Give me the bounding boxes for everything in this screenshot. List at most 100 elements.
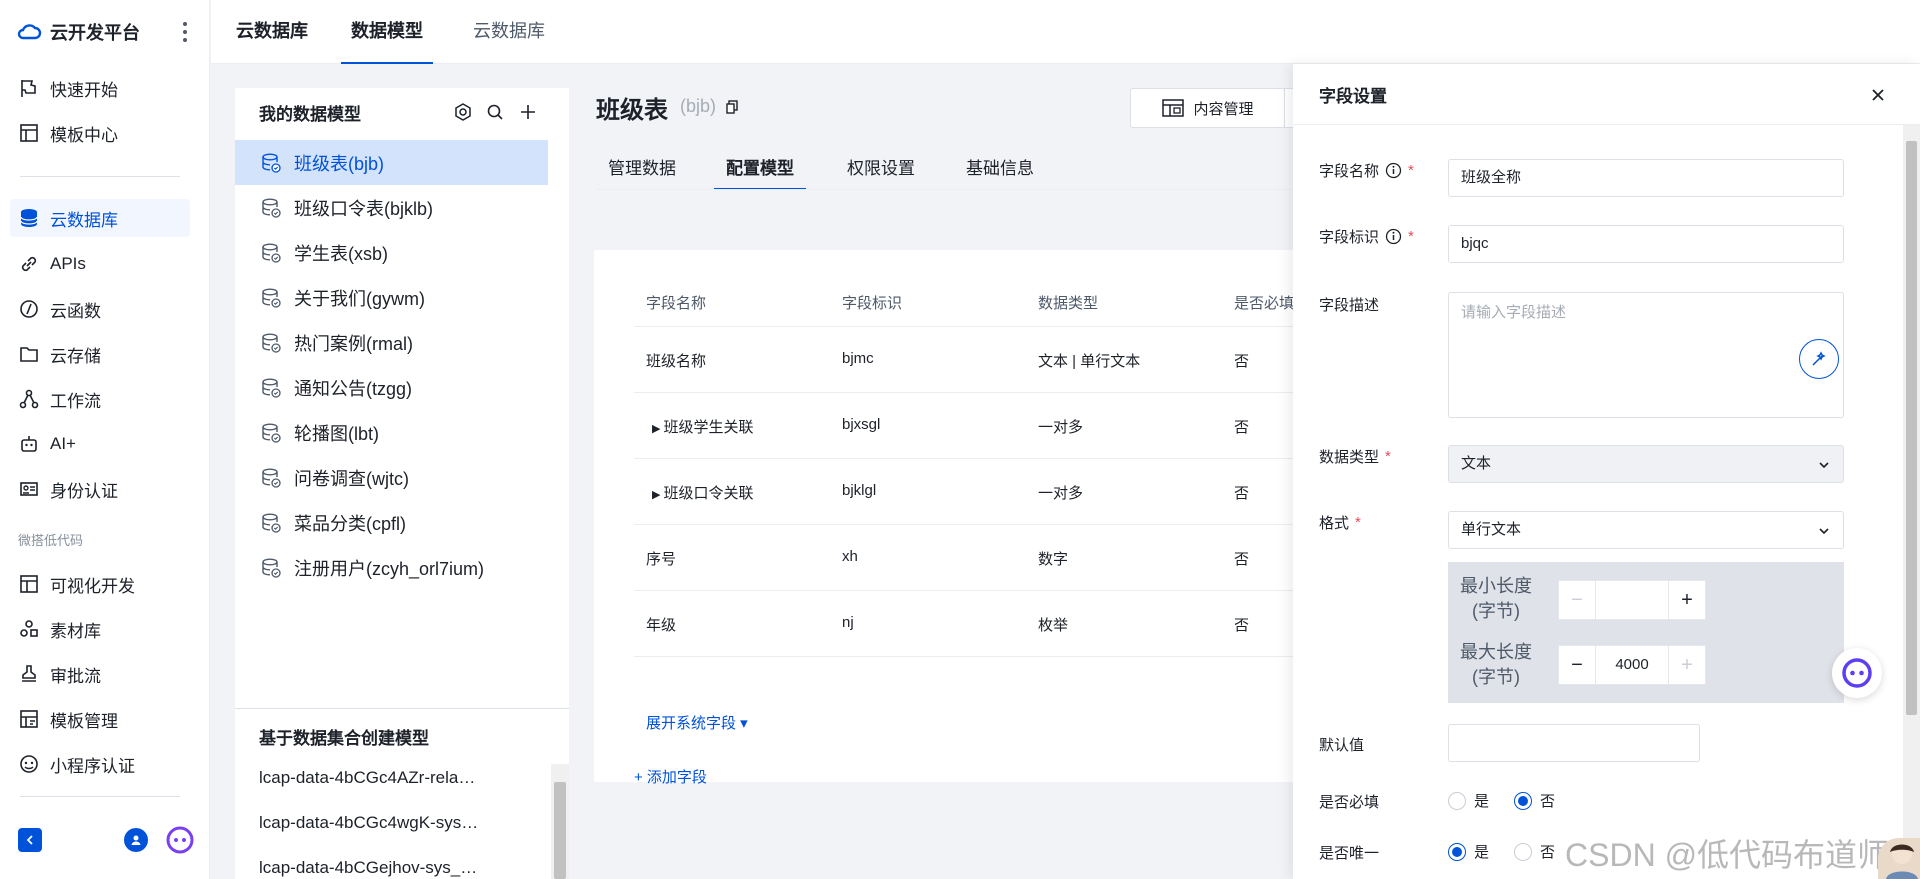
stamp-icon [22,665,36,682]
sidebar-item-auth[interactable]: 身份认证 [10,470,190,508]
assistant-button[interactable] [166,826,194,854]
close-icon[interactable] [1867,84,1889,106]
field-desc-textarea[interactable]: 请输入字段描述 [1448,292,1844,418]
label-text: 数据类型 [1319,449,1380,466]
scrollbar-thumb[interactable] [1906,141,1917,715]
collection-item[interactable]: lcap-data-4bCGc4AZr-rela… [259,768,559,788]
tab-cloud-database[interactable]: 云数据库 [473,0,545,64]
assets-icon [20,620,38,637]
column-header: 字段名称 [646,295,707,312]
tab-config-model[interactable]: 配置模型 [714,154,806,190]
sidebar-item-templates[interactable]: 模板中心 [10,114,190,152]
max-length-value[interactable]: 4000 [1596,645,1668,685]
radio-label: 是 [1474,844,1490,861]
database-model-icon [262,153,281,173]
column-header: 数据类型 [1038,295,1099,312]
settings-icon[interactable] [453,102,473,122]
content-manage-button[interactable]: 内容管理 [1130,88,1285,128]
database-model-icon [262,243,281,263]
layout-icon [20,575,38,593]
required-yes-radio[interactable]: 是 [1448,790,1489,811]
sidebar-item-quickstart[interactable]: 快速开始 [10,69,190,107]
info-icon[interactable] [1385,228,1402,245]
sidebar-item-functions[interactable]: 云函数 [10,290,190,328]
copy-icon[interactable] [725,100,739,114]
sidebar-item-label: 模板中心 [50,125,118,145]
sidebar-item-ai[interactable]: AI+ [10,425,190,463]
sidebar-item-assets[interactable]: 素材库 [10,610,190,648]
model-list-item[interactable]: 班级表(bjb) [235,140,548,185]
sidebar: 云开发平台 快速开始 模板中心 云数据库 APIs 云函数 云存储 工作流 AI… [0,0,210,879]
divider [20,796,180,797]
format-select[interactable]: 单行文本 [1448,511,1844,549]
collection-item[interactable]: lcap-data-4bCGejhov-sys_… [259,858,559,878]
unique-label: 是否唯一 [1319,845,1380,862]
field-name-input[interactable]: 班级全称 [1448,159,1844,197]
model-list-item[interactable]: 问卷调查(wjtc) [235,455,548,500]
increment-button[interactable]: + [1668,580,1706,620]
divider [235,708,569,709]
data-type-select[interactable]: 文本 [1448,445,1844,483]
info-icon[interactable] [1385,162,1402,179]
unique-no-radio[interactable]: 否 [1514,841,1555,862]
decrement-button[interactable]: − [1558,580,1596,620]
field-key-input[interactable]: bjqc [1448,225,1844,263]
unique-yes-radio[interactable]: 是 [1448,841,1489,862]
database-model-icon [262,288,281,308]
content-manage-label: 内容管理 [1193,100,1254,118]
increment-button[interactable]: + [1668,645,1706,685]
model-list-item[interactable]: 菜品分类(cpfl) [235,500,548,545]
decrement-button[interactable]: − [1558,645,1596,685]
sidebar-item-visual-dev[interactable]: 可视化开发 [10,565,190,603]
tab-permissions[interactable]: 权限设置 [847,154,915,190]
collapse-button[interactable] [18,828,42,852]
avatar [1878,838,1920,879]
brand-name: 云开发平台 [50,23,140,43]
tab-database-title[interactable]: 云数据库 [236,0,308,64]
model-list-item[interactable]: 班级口令表(bjklb) [235,185,548,230]
model-list-item[interactable]: 热门案例(rmal) [235,320,548,365]
model-list-item[interactable]: 轮播图(lbt) [235,410,548,455]
sidebar-item-storage[interactable]: 云存储 [10,335,190,373]
more-icon[interactable] [178,19,192,45]
tab-basic-info[interactable]: 基础信息 [966,154,1034,190]
table-cell: 序号 [646,551,677,568]
model-list-item[interactable]: 注册用户(zcyh_orl7ium) [235,545,548,590]
row-divider [634,656,1294,657]
collection-item[interactable]: lcap-data-4bCGc4wgK-sys… [259,813,559,833]
ai-generate-button[interactable] [1799,339,1839,379]
sidebar-item-approval[interactable]: 审批流 [10,655,190,693]
tab-data-model[interactable]: 数据模型 [341,0,433,64]
model-list-item[interactable]: 关于我们(gywm) [235,275,548,320]
add-field-link[interactable]: + 添加字段 [634,766,707,787]
sidebar-item-workflow[interactable]: 工作流 [10,380,190,418]
add-icon[interactable] [518,102,538,122]
cell-text: 班级学生关联 [663,419,754,436]
search-icon[interactable] [485,102,505,122]
table-cell: ▶ 班级学生关联 [652,416,754,437]
scrollbar[interactable] [551,764,569,879]
assistant-float-button[interactable] [1832,648,1882,698]
sidebar-item-template-manage[interactable]: 模板管理 [10,700,190,738]
tab-manage-data[interactable]: 管理数据 [608,154,676,190]
sidebar-item-database[interactable]: 云数据库 [10,199,190,237]
sidebar-item-miniapp[interactable]: 小程序认证 [10,745,190,783]
required-no-radio[interactable]: 否 [1514,790,1555,811]
scrollbar-thumb[interactable] [554,782,566,879]
expand-row-icon[interactable]: ▶ [652,489,664,501]
model-list-item[interactable]: 学生表(xsb) [235,230,548,275]
sidebar-item-apis[interactable]: APIs [10,245,190,283]
min-length-stepper[interactable]: − + [1558,580,1706,620]
default-value-input[interactable] [1448,724,1700,762]
model-list-item-label: 关于我们(gywm) [294,288,425,309]
expand-row-icon[interactable]: ▶ [652,423,664,435]
min-length-value[interactable] [1596,580,1668,620]
expand-system-fields-link[interactable]: 展开系统字段 ▾ [646,712,748,733]
table-cell: bjklgl [842,482,877,499]
table-icon [1162,99,1185,117]
brand[interactable]: 云开发平台 [16,18,140,46]
user-button[interactable] [124,828,148,852]
model-list-item[interactable]: 通知公告(tzgg) [235,365,548,410]
max-length-stepper[interactable]: − 4000 + [1558,645,1706,685]
scrollbar[interactable] [1903,125,1920,879]
